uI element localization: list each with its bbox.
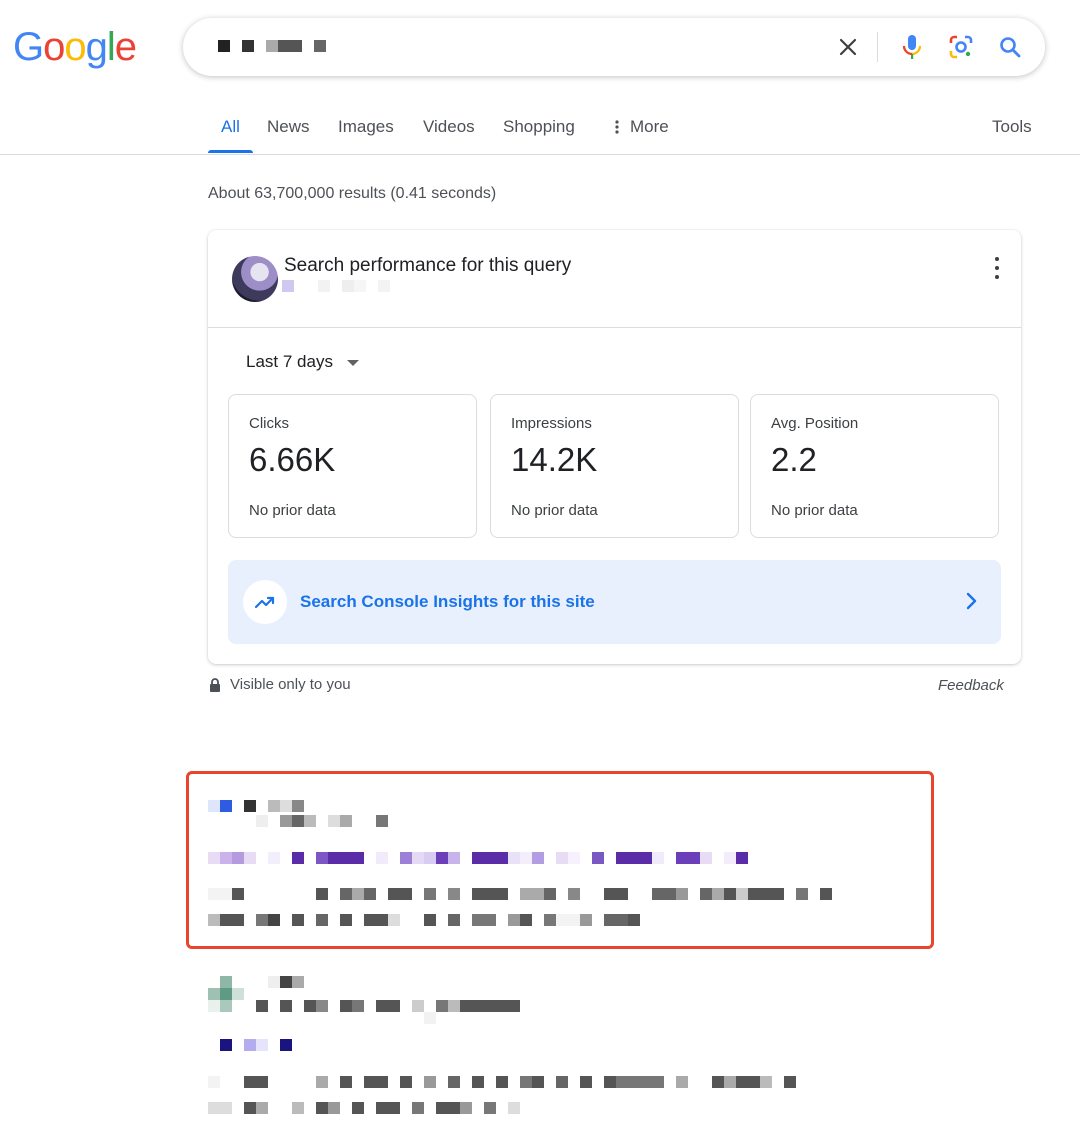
result-url-redacted bbox=[208, 815, 388, 827]
more-vert-icon bbox=[615, 120, 619, 134]
tab-more[interactable]: More bbox=[612, 117, 669, 137]
logo-letter: o bbox=[64, 25, 86, 69]
tab-images[interactable]: Images bbox=[338, 117, 394, 137]
card-title: Search performance for this query bbox=[284, 255, 572, 276]
result-favicon-redacted bbox=[208, 988, 244, 1000]
trending-up-icon bbox=[243, 580, 287, 624]
visibility-note-label: Visible only to you bbox=[230, 676, 351, 693]
site-name-redacted bbox=[282, 280, 390, 292]
tab-shopping[interactable]: Shopping bbox=[503, 117, 575, 137]
search-tabs: All News Images Videos Shopping More Too… bbox=[0, 110, 1080, 155]
lock-icon bbox=[210, 677, 220, 692]
tab-videos[interactable]: Videos bbox=[423, 117, 475, 137]
date-range-label: Last 7 days bbox=[246, 352, 333, 371]
logo-letter: o bbox=[43, 25, 65, 69]
result-favicon-redacted bbox=[208, 976, 304, 988]
search-box[interactable] bbox=[183, 18, 1045, 76]
tools-button[interactable]: Tools bbox=[992, 117, 1032, 137]
metric-avg-position: Avg. Position 2.2 No prior data bbox=[750, 394, 999, 538]
google-logo[interactable]: Google bbox=[13, 25, 137, 69]
search-query-redacted[interactable] bbox=[218, 40, 326, 52]
logo-letter: g bbox=[85, 25, 108, 69]
metric-value: 6.66K bbox=[249, 441, 336, 478]
metric-note: No prior data bbox=[511, 502, 598, 519]
dropdown-arrow-icon bbox=[346, 360, 359, 366]
metric-note: No prior data bbox=[249, 502, 336, 519]
logo-letter: G bbox=[13, 25, 44, 69]
metric-label: Avg. Position bbox=[771, 415, 859, 432]
result-snippet-line-redacted bbox=[208, 1102, 520, 1114]
result-snippet-line-redacted bbox=[208, 888, 832, 900]
insights-link-label: Search Console Insights for this site bbox=[300, 592, 595, 611]
feedback-link[interactable]: Feedback bbox=[938, 677, 1004, 694]
tab-all[interactable]: All bbox=[221, 117, 240, 137]
card-header: Search performance for this query bbox=[208, 230, 1021, 328]
close-icon[interactable] bbox=[833, 32, 863, 62]
metric-note: No prior data bbox=[771, 502, 858, 519]
metric-value: 14.2K bbox=[511, 441, 598, 478]
active-tab-indicator bbox=[208, 150, 253, 153]
result-favicon-redacted bbox=[208, 800, 304, 812]
card-menu-icon[interactable] bbox=[987, 255, 1007, 281]
search-icon[interactable] bbox=[995, 32, 1025, 62]
tab-more-label: More bbox=[630, 117, 669, 136]
date-range-select[interactable]: Last 7 days bbox=[246, 352, 359, 372]
metric-clicks: Clicks 6.66K No prior data bbox=[228, 394, 477, 538]
search-performance-card: Search performance for this query Last 7… bbox=[208, 230, 1021, 664]
metric-impressions: Impressions 14.2K No prior data bbox=[490, 394, 739, 538]
visibility-note: Visible only to you bbox=[209, 676, 351, 693]
result-url-redacted bbox=[208, 1012, 436, 1024]
logo-letter: l bbox=[106, 25, 116, 69]
search-console-insights-link[interactable]: Search Console Insights for this site bbox=[228, 560, 1001, 644]
result-snippet-line-redacted bbox=[208, 914, 640, 926]
microphone-icon[interactable] bbox=[897, 32, 927, 62]
metric-label: Impressions bbox=[511, 415, 592, 432]
chevron-right-icon bbox=[965, 592, 977, 615]
metric-value: 2.2 bbox=[771, 441, 817, 478]
result-url-redacted bbox=[208, 1000, 520, 1012]
metric-label: Clicks bbox=[249, 415, 289, 432]
results-stats: About 63,700,000 results (0.41 seconds) bbox=[208, 185, 497, 202]
result-snippet-line-redacted bbox=[208, 1076, 796, 1088]
tab-news[interactable]: News bbox=[267, 117, 310, 137]
site-avatar bbox=[232, 256, 278, 302]
search-divider bbox=[877, 32, 878, 62]
result-title-redacted[interactable] bbox=[208, 852, 748, 864]
logo-letter: e bbox=[114, 25, 137, 69]
result-title-redacted[interactable] bbox=[208, 1039, 292, 1051]
lens-icon[interactable] bbox=[946, 32, 976, 62]
